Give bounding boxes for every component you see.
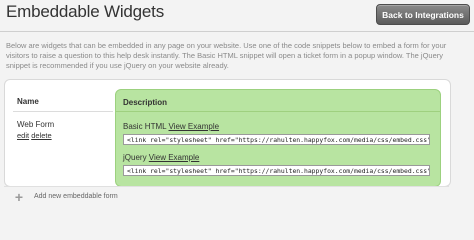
add-widget-row[interactable]: + Add new embeddable form [4, 186, 449, 207]
header-divider [13, 111, 113, 112]
snippet-type: jQuery [123, 153, 147, 162]
widgets-table: Name Web Form edit delete Description Ba… [4, 79, 451, 187]
column-header-description: Description [123, 98, 168, 107]
intro-text: Below are widgets that can be embedded i… [6, 41, 447, 70]
column-header-name: Name [17, 97, 39, 106]
add-widget-label[interactable]: Add new embeddable form [34, 193, 118, 200]
basic-html-label: Basic HTML View Example [123, 122, 219, 131]
description-panel: Description Basic HTML View Example <lin… [115, 89, 441, 187]
jquery-label: jQuery View Example [123, 153, 199, 162]
view-example-link[interactable]: View Example [169, 122, 220, 131]
widget-name: Web Form [17, 120, 55, 129]
back-to-integrations-button[interactable]: Back to Integrations [376, 4, 470, 25]
page-title: Embeddable Widgets [6, 2, 164, 21]
delete-link[interactable]: delete [31, 131, 51, 140]
row-actions: edit delete [17, 131, 52, 140]
jquery-snippet-field[interactable]: <link rel="stylesheet" href="https://rah… [123, 165, 430, 176]
edit-link[interactable]: edit [17, 131, 29, 140]
view-example-link[interactable]: View Example [149, 153, 200, 162]
plus-icon[interactable]: + [12, 190, 26, 204]
description-divider [116, 111, 440, 112]
snippet-type: Basic HTML [123, 122, 167, 131]
basic-html-snippet-field[interactable]: <link rel="stylesheet" href="https://rah… [123, 134, 430, 145]
title-divider [0, 31, 474, 32]
